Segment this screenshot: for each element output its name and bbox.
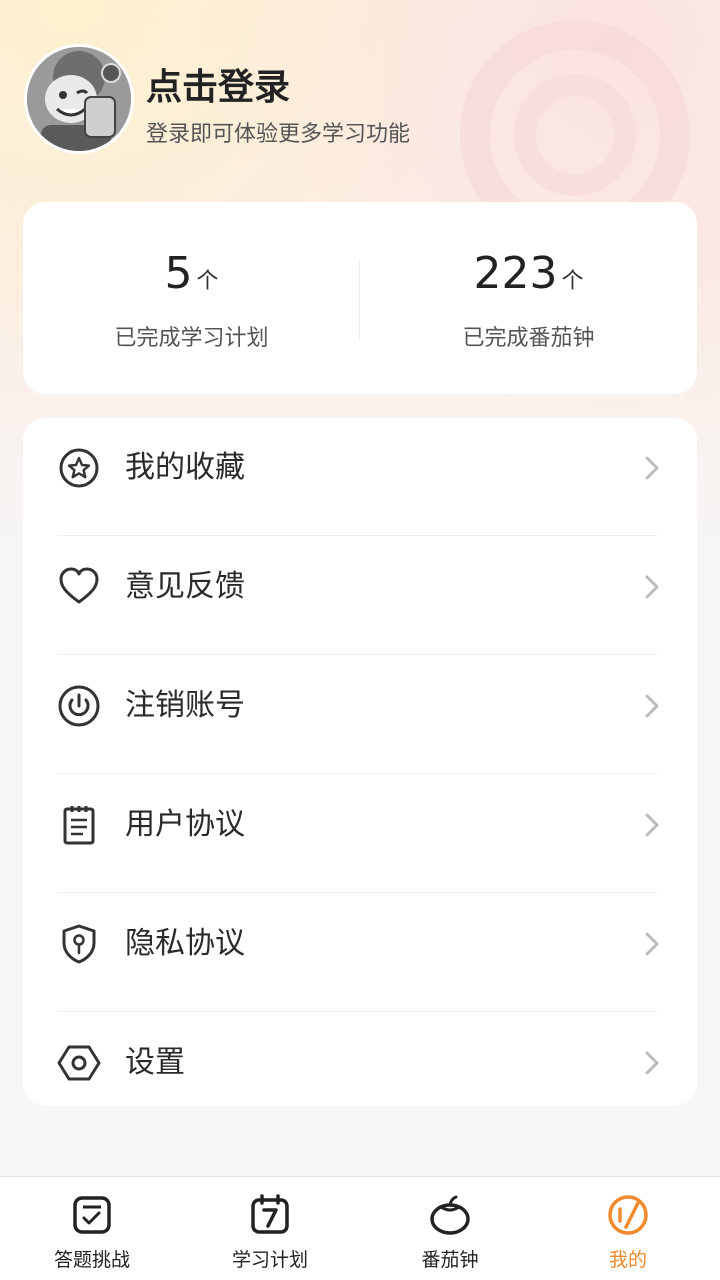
stat-completed-plans: 5个 已完成学习计划	[23, 202, 360, 394]
star-circle-icon	[59, 448, 99, 488]
stat-unit: 个	[196, 269, 219, 294]
divider	[57, 773, 657, 774]
menu-item-label: 用户协议	[125, 807, 245, 842]
profile-header[interactable]: 点击登录 登录即可体验更多学习功能	[24, 44, 696, 159]
chevron-right-icon	[645, 456, 659, 480]
divider	[57, 892, 657, 893]
menu-item-deactivate-account[interactable]: 注销账号	[23, 656, 697, 774]
menu-item-user-agreement[interactable]: 用户协议	[23, 775, 697, 893]
stat-value: 5	[164, 248, 193, 299]
bottom-tab-bar: 答题挑战 学习计划 番茄钟 我的	[0, 1176, 720, 1280]
menu-item-label: 我的收藏	[125, 450, 245, 485]
stat-value: 223	[473, 248, 558, 299]
shield-key-icon	[62, 924, 96, 964]
hexagon-settings-icon	[57, 1045, 101, 1081]
stat-label: 已完成学习计划	[114, 326, 269, 351]
heart-icon	[59, 567, 99, 604]
stat-unit: 个	[561, 269, 584, 294]
login-prompt-subtitle: 登录即可体验更多学习功能	[146, 122, 411, 147]
stat-label: 已完成番茄钟	[462, 326, 595, 351]
tab-label: 答题挑战	[53, 1249, 130, 1271]
menu-item-label: 隐私协议	[125, 926, 245, 961]
menu-item-favorites[interactable]: 我的收藏	[23, 418, 697, 536]
avatar[interactable]	[24, 44, 134, 154]
tomato-icon	[430, 1195, 470, 1235]
divider	[57, 654, 657, 655]
cartoon-avatar-icon	[27, 47, 131, 151]
checkbox-icon	[73, 1196, 111, 1234]
menu-item-label: 意见反馈	[125, 569, 245, 604]
menu-card: 我的收藏 意见反馈 注销账号 用户协议 隐私协议 设置	[23, 418, 697, 1106]
calendar-7-icon	[251, 1194, 289, 1234]
menu-item-feedback[interactable]: 意见反馈	[23, 537, 697, 655]
profile-orange-icon	[608, 1195, 648, 1235]
menu-item-privacy-policy[interactable]: 隐私协议	[23, 894, 697, 1012]
notepad-icon	[63, 806, 95, 845]
chevron-right-icon	[645, 1051, 659, 1075]
tab-label: 我的	[608, 1249, 647, 1271]
chevron-right-icon	[645, 694, 659, 718]
chevron-right-icon	[645, 932, 659, 956]
divider	[57, 1011, 657, 1012]
tab-mine[interactable]: 我的	[538, 1177, 718, 1280]
chevron-right-icon	[645, 813, 659, 837]
tab-label: 学习计划	[231, 1249, 308, 1271]
chevron-right-icon	[645, 575, 659, 599]
stats-card: 5个 已完成学习计划 223 个 已完成番茄钟	[23, 202, 697, 394]
menu-item-label: 设置	[125, 1045, 185, 1080]
menu-item-settings[interactable]: 设置	[23, 1013, 697, 1131]
login-prompt-title[interactable]: 点击登录	[146, 58, 290, 110]
tab-study-plan[interactable]: 学习计划	[180, 1177, 360, 1280]
menu-item-label: 注销账号	[125, 688, 245, 723]
stat-completed-pomodoros: 223 个 已完成番茄钟	[360, 202, 697, 394]
power-icon	[58, 685, 100, 727]
tab-quiz-challenge[interactable]: 答题挑战	[2, 1177, 182, 1280]
divider	[57, 535, 657, 536]
tab-label: 番茄钟	[421, 1249, 479, 1271]
tab-pomodoro[interactable]: 番茄钟	[360, 1177, 540, 1280]
